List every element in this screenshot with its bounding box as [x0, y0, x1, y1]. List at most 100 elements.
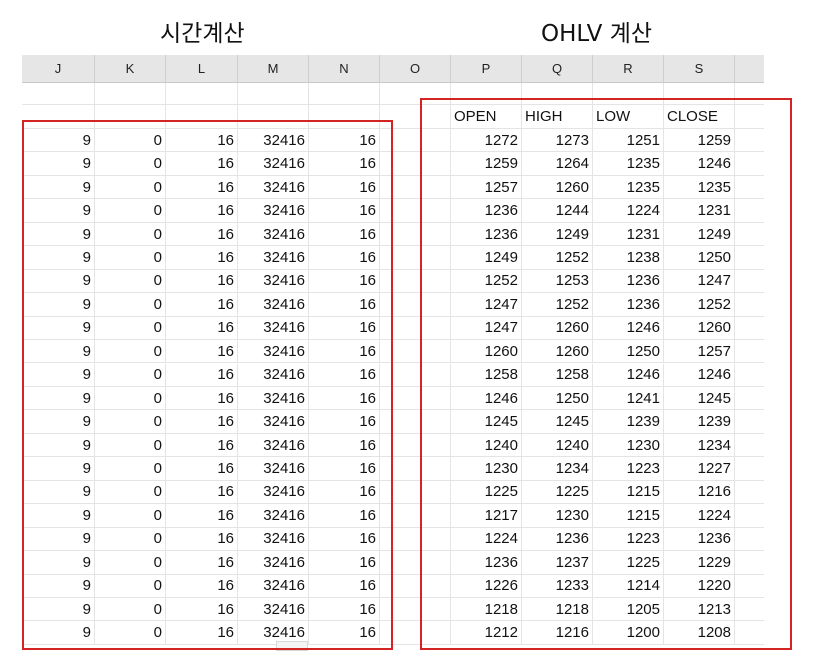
ohlc-cell[interactable]: 1224	[664, 504, 735, 527]
ohlc-cell[interactable]: 1245	[664, 386, 735, 410]
ohlc-cell[interactable]: 1260	[522, 175, 593, 199]
cell-empty[interactable]	[380, 598, 451, 621]
ohlc-cell[interactable]: 1225	[451, 480, 522, 504]
time-cell[interactable]: 0	[95, 457, 166, 480]
time-cell[interactable]: 16	[166, 551, 238, 574]
cell-empty[interactable]	[380, 246, 451, 269]
time-cell[interactable]: 0	[95, 504, 166, 527]
ohlc-cell[interactable]: 1230	[451, 457, 522, 480]
time-cell[interactable]: 16	[309, 269, 380, 293]
time-cell[interactable]: 16	[309, 386, 380, 410]
time-cell[interactable]: 16	[309, 457, 380, 480]
time-cell[interactable]: 0	[95, 316, 166, 340]
ohlc-cell[interactable]: 1200	[593, 621, 664, 644]
time-cell[interactable]: 0	[95, 574, 166, 597]
ohlc-cell[interactable]: 1236	[593, 293, 664, 316]
ohlc-cell[interactable]: 1226	[451, 574, 522, 597]
column-header-q[interactable]: Q	[522, 55, 593, 82]
time-cell[interactable]: 16	[309, 598, 380, 621]
time-cell[interactable]: 0	[95, 551, 166, 574]
time-cell[interactable]: 0	[95, 129, 166, 152]
column-header-k[interactable]: K	[95, 55, 166, 82]
column-header-n[interactable]: N	[309, 55, 380, 82]
cell-empty[interactable]	[380, 129, 451, 152]
ohlc-cell[interactable]: 1253	[522, 269, 593, 293]
time-cell[interactable]: 0	[95, 222, 166, 246]
time-cell[interactable]: 0	[95, 621, 166, 644]
ohlc-cell[interactable]: 1216	[522, 621, 593, 644]
cell-empty[interactable]	[380, 480, 451, 504]
time-cell[interactable]: 32416	[238, 175, 309, 199]
time-cell[interactable]: 0	[95, 175, 166, 199]
time-cell[interactable]: 16	[309, 175, 380, 199]
ohlc-cell[interactable]: 1225	[593, 551, 664, 574]
time-cell[interactable]: 16	[166, 340, 238, 363]
ohlc-cell[interactable]: 1218	[451, 598, 522, 621]
time-cell[interactable]: 16	[166, 246, 238, 269]
cell-empty[interactable]	[380, 293, 451, 316]
time-cell[interactable]: 9	[22, 129, 95, 152]
ohlc-cell[interactable]: 1252	[522, 246, 593, 269]
time-cell[interactable]: 16	[166, 293, 238, 316]
ohlc-cell[interactable]: 1245	[522, 410, 593, 433]
cell-empty[interactable]	[238, 83, 309, 104]
ohlc-cell[interactable]: 1213	[664, 598, 735, 621]
time-cell[interactable]: 32416	[238, 363, 309, 386]
time-cell[interactable]: 0	[95, 363, 166, 386]
cell-empty[interactable]	[380, 105, 451, 128]
ohlc-cell[interactable]: 1236	[451, 222, 522, 246]
time-cell[interactable]: 16	[309, 222, 380, 246]
cell-empty[interactable]	[238, 105, 309, 128]
ohlc-header-low[interactable]: LOW	[593, 105, 664, 128]
time-cell[interactable]: 9	[22, 386, 95, 410]
ohlc-cell[interactable]: 1273	[522, 129, 593, 152]
time-cell[interactable]: 16	[309, 152, 380, 175]
ohlc-cell[interactable]: 1215	[593, 504, 664, 527]
column-header-m[interactable]: M	[238, 55, 309, 82]
time-cell[interactable]: 32416	[238, 551, 309, 574]
time-cell[interactable]: 16	[309, 363, 380, 386]
ohlc-cell[interactable]: 1236	[593, 269, 664, 293]
ohlc-cell[interactable]: 1249	[522, 222, 593, 246]
ohlc-header-close[interactable]: CLOSE	[664, 105, 735, 128]
cell-empty[interactable]	[522, 83, 593, 104]
cell-empty[interactable]	[166, 105, 238, 128]
ohlc-cell[interactable]: 1252	[664, 293, 735, 316]
ohlc-cell[interactable]: 1247	[451, 293, 522, 316]
time-cell[interactable]: 0	[95, 480, 166, 504]
cell-empty[interactable]	[380, 551, 451, 574]
cell-empty[interactable]	[664, 83, 735, 104]
ohlc-cell[interactable]: 1251	[593, 129, 664, 152]
cell-empty[interactable]	[380, 316, 451, 340]
ohlc-cell[interactable]: 1238	[593, 246, 664, 269]
ohlc-cell[interactable]: 1229	[664, 551, 735, 574]
ohlc-cell[interactable]: 1230	[593, 433, 664, 457]
time-cell[interactable]: 32416	[238, 129, 309, 152]
time-cell[interactable]: 9	[22, 293, 95, 316]
time-cell[interactable]: 16	[309, 293, 380, 316]
ohlc-cell[interactable]: 1231	[593, 222, 664, 246]
ohlc-cell[interactable]: 1240	[451, 433, 522, 457]
ohlc-cell[interactable]: 1236	[451, 199, 522, 222]
column-header-s[interactable]: S	[664, 55, 735, 82]
ohlc-cell[interactable]: 1218	[522, 598, 593, 621]
ohlc-cell[interactable]: 1246	[664, 152, 735, 175]
ohlc-cell[interactable]: 1214	[593, 574, 664, 597]
ohlc-cell[interactable]: 1252	[451, 269, 522, 293]
time-cell[interactable]: 16	[166, 386, 238, 410]
time-cell[interactable]: 16	[309, 340, 380, 363]
cell-empty[interactable]	[380, 269, 451, 293]
time-cell[interactable]: 32416	[238, 433, 309, 457]
time-cell[interactable]: 9	[22, 433, 95, 457]
cell-empty[interactable]	[451, 83, 522, 104]
cell-empty[interactable]	[380, 386, 451, 410]
time-cell[interactable]: 16	[166, 433, 238, 457]
ohlc-cell[interactable]: 1216	[664, 480, 735, 504]
cell-empty[interactable]	[22, 83, 95, 104]
time-cell[interactable]: 9	[22, 199, 95, 222]
time-cell[interactable]: 16	[166, 269, 238, 293]
ohlc-cell[interactable]: 1223	[593, 457, 664, 480]
cell-empty[interactable]	[380, 433, 451, 457]
cell-empty[interactable]	[380, 363, 451, 386]
ohlc-cell[interactable]: 1257	[664, 340, 735, 363]
